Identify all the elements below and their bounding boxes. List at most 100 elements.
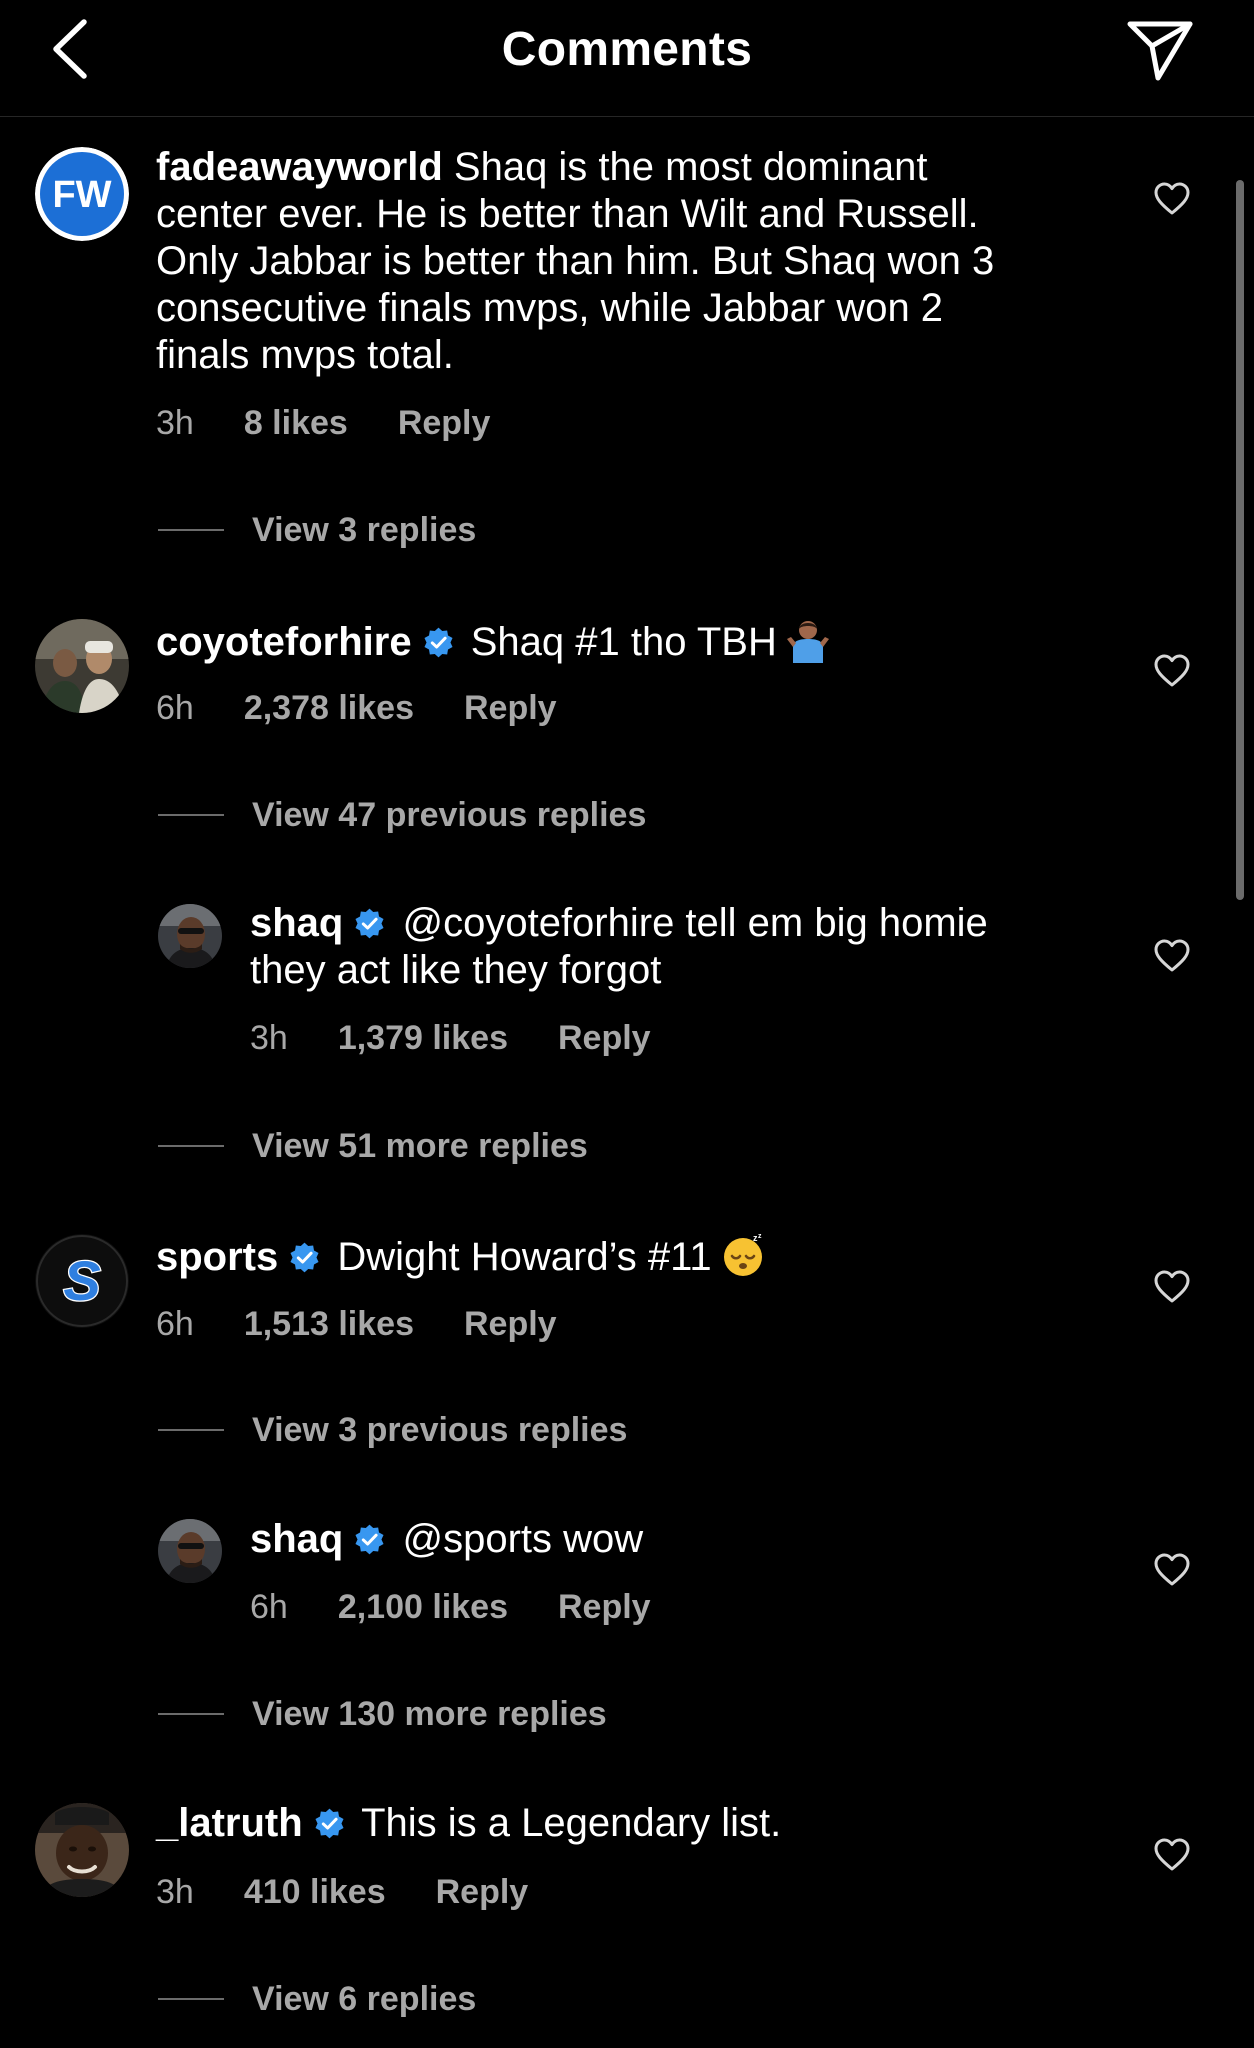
divider-line [158,529,224,531]
comment-text: Dwight Howard’s #11 [337,1235,712,1279]
likes-count[interactable]: 410 likes [244,1873,386,1911]
avatar[interactable] [35,619,129,713]
divider-line [158,814,224,816]
page-title: Comments [501,23,753,76]
avatar[interactable] [158,1519,222,1583]
verified-badge-icon [313,1807,346,1840]
shrug-emoji-icon [785,617,831,663]
like-button[interactable] [1153,1269,1191,1305]
reply-meta: 6h 2,100 likes Reply [250,1585,651,1629]
view-replies-label: View 3 replies [252,511,477,549]
comment-time: 6h [156,1305,194,1343]
avatar[interactable] [158,904,222,968]
like-button[interactable] [1153,181,1191,217]
reply-body: shaq @coyoteforhire tell em big homie th… [250,900,1110,994]
verified-badge-icon [422,626,455,659]
svg-text:S: S [63,1249,100,1312]
verified-badge-icon [353,907,386,940]
like-button[interactable] [1153,938,1191,974]
view-replies-button[interactable]: View 6 replies [158,1977,476,2021]
reply-text-line: @coyoteforhire tell em big homie [402,901,988,945]
like-button[interactable] [1153,1837,1191,1873]
divider-line [158,1713,224,1715]
top-bar: Comments [0,0,1254,117]
view-previous-replies-button[interactable]: View 3 previous replies [158,1408,627,1452]
coyoteforhire-avatar-icon [35,619,129,713]
heart-icon [1153,1552,1191,1588]
comment-text-line: Shaq is the most dominant [453,145,928,189]
view-replies-label: View 3 previous replies [252,1411,628,1449]
comment-meta: 6h 2,378 likes Reply [156,686,557,730]
view-replies-label: View 130 more replies [252,1695,607,1733]
reply-body: shaq @sports wow [250,1516,1110,1563]
latruth-avatar-icon [35,1803,129,1897]
comment-body: _latruth This is a Legendary list. [156,1800,1116,1847]
divider-line [158,1429,224,1431]
sports-logo-icon: S [35,1234,129,1328]
likes-count[interactable]: 1,379 likes [338,1019,508,1057]
reply-time: 6h [250,1588,288,1626]
like-button[interactable] [1153,653,1191,689]
like-button[interactable] [1153,1552,1191,1588]
heart-icon [1153,1837,1191,1873]
comment-username[interactable]: _latruth [156,1801,303,1845]
comment-text: This is a Legendary list. [361,1801,782,1845]
likes-count[interactable]: 1,513 likes [244,1305,414,1343]
reply-button[interactable]: Reply [558,1019,651,1057]
view-replies-button[interactable]: View 3 replies [158,508,476,552]
comment-body: fadeawayworld Shaq is the most dominant … [156,144,1086,379]
heart-icon [1153,181,1191,217]
comment-body: coyoteforhire Shaq #1 tho TBH [156,617,1116,666]
divider-line [158,1998,224,2000]
scrollbar[interactable] [1236,180,1244,900]
reply-button[interactable]: Reply [436,1873,529,1911]
send-icon [1127,21,1193,81]
reply-username[interactable]: shaq [250,1517,343,1561]
sleeping-face-emoji-icon: z z [720,1232,766,1278]
view-previous-replies-button[interactable]: View 47 previous replies [158,793,646,837]
comment-text-line: finals mvps total. [156,333,454,377]
svg-text:FW: FW [52,174,111,216]
heart-icon [1153,1269,1191,1305]
heart-icon [1153,938,1191,974]
shaq-avatar-icon [158,1519,222,1583]
view-more-replies-button[interactable]: View 51 more replies [158,1124,588,1168]
comment-text: Shaq #1 tho TBH [470,620,777,664]
heart-icon [1153,653,1191,689]
comment-time: 3h [156,404,194,442]
likes-count[interactable]: 2,378 likes [244,689,414,727]
verified-badge-icon [288,1241,321,1274]
comment-text-line: Only Jabbar is better than him. But Shaq… [156,239,995,283]
reply-button[interactable]: Reply [464,689,557,727]
comment-text-line: consecutive finals mvps, while Jabbar wo… [156,286,944,330]
comment-meta: 3h 410 likes Reply [156,1870,528,1914]
likes-count[interactable]: 2,100 likes [338,1588,508,1626]
comment-body: sports Dwight Howard’s #11 z z [156,1232,1116,1281]
likes-count[interactable]: 8 likes [244,404,348,442]
view-replies-label: View 51 more replies [252,1127,588,1165]
verified-badge-icon [353,1523,386,1556]
comment-username[interactable]: fadeawayworld [156,145,443,189]
avatar[interactable] [35,1803,129,1897]
fadeawayworld-logo-icon: FW [35,147,129,241]
comment-meta: 3h 8 likes Reply [156,401,490,445]
reply-username[interactable]: shaq [250,901,343,945]
comment-meta: 6h 1,513 likes Reply [156,1302,557,1346]
divider-line [158,1145,224,1147]
view-more-replies-button[interactable]: View 130 more replies [158,1692,607,1736]
comment-text-line: center ever. He is better than Wilt and … [156,192,979,236]
comment-time: 6h [156,689,194,727]
send-button[interactable] [1124,16,1196,84]
avatar[interactable]: S [35,1234,129,1328]
comment-username[interactable]: coyoteforhire [156,620,412,664]
svg-text:z: z [758,1233,762,1240]
reply-button[interactable]: Reply [464,1305,557,1343]
reply-button[interactable]: Reply [398,404,491,442]
avatar[interactable]: FW [35,147,129,241]
comment-username[interactable]: sports [156,1235,278,1279]
comment-time: 3h [156,1873,194,1911]
reply-text: @sports wow [402,1517,644,1561]
reply-button[interactable]: Reply [558,1588,651,1626]
view-replies-label: View 47 previous replies [252,796,647,834]
reply-text-line: they act like they forgot [250,948,662,992]
